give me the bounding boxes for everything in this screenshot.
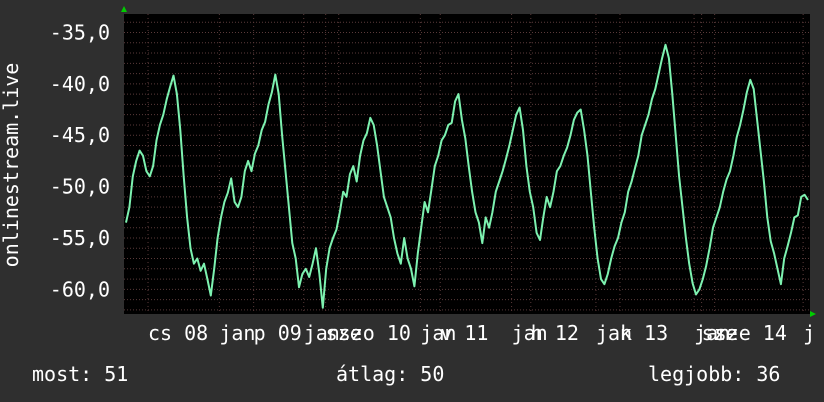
current-value: most: 51 [32, 362, 129, 386]
y-axis: -35,0 -40,0 -45,0 -50,0 -55,0 -60,0 [50, 20, 110, 301]
x-tick-label: h 12 [531, 321, 579, 345]
x-tick-label: k 13 [620, 321, 668, 345]
x-tick-label: sze 14 [715, 321, 787, 345]
x-tick-label: p 09 [254, 321, 302, 345]
chart: -35,0 -40,0 -45,0 -50,0 -55,0 -60,0 cs 08 janp… [0, 6, 816, 345]
y-tick-label: -35,0 [50, 20, 110, 44]
x-axis-arrow [810, 311, 816, 317]
average-value: átlag: 50 [336, 362, 445, 386]
y-tick-label: -50,0 [50, 175, 110, 199]
x-tick-label: j [803, 321, 815, 345]
best-value: legjobb: 36 [648, 362, 781, 386]
x-tick-label: szo 10 [339, 321, 411, 345]
y-tick-label: -55,0 [50, 226, 110, 250]
y-tick-label: -40,0 [50, 72, 110, 96]
y-tick-label: -45,0 [50, 123, 110, 147]
y-tick-label: -60,0 [50, 277, 110, 301]
x-tick-label: v 11 [440, 321, 488, 345]
x-tick-label: cs 08 [148, 321, 208, 345]
x-axis: cs 08 janp 09 janszeszo 10 janv 11 janh 12 ja… [148, 321, 815, 345]
y-axis-arrow [121, 6, 127, 12]
x-tick-label: jan [219, 321, 255, 345]
y-axis-label: onlinestream.live [0, 63, 23, 268]
